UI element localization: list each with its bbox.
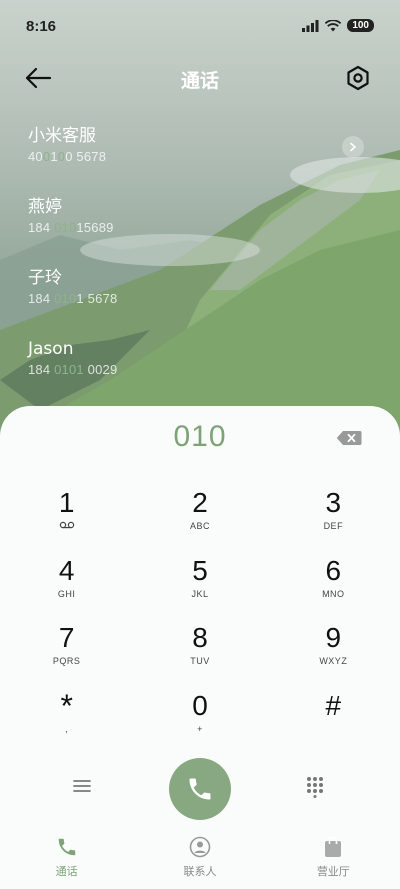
phone-icon (189, 778, 211, 800)
call-button[interactable] (169, 758, 231, 820)
backspace-icon (336, 431, 362, 445)
battery-indicator: 100 (347, 19, 374, 32)
settings-gear-icon (347, 65, 369, 91)
menu-icon (73, 780, 91, 792)
key-0[interactable]: 0 + (133, 689, 266, 757)
chevron-right-icon (350, 142, 357, 152)
contact-item[interactable]: 小米客服 400100 5678 (28, 125, 368, 196)
contact-name: 小米客服 (28, 126, 96, 146)
contact-number: 184 0101 0029 (28, 362, 118, 377)
contact-suggestions-list: 小米客服 400100 5678 燕婷 184 01015689 子玲 184 … (28, 125, 368, 409)
contact-item[interactable]: Jason 184 0101 0029 (28, 338, 368, 409)
keypad-toggle-button[interactable] (306, 776, 326, 798)
store-bag-icon (325, 836, 342, 857)
header: 通话 (0, 58, 400, 100)
nav-calls[interactable]: 通话 (0, 835, 133, 889)
key-1[interactable]: 1 (0, 486, 133, 554)
menu-button[interactable] (72, 778, 94, 798)
contact-number: 400100 5678 (28, 149, 107, 164)
key-5[interactable]: 5 JKL (133, 554, 266, 622)
contact-icon (189, 836, 211, 858)
status-bar: 8:16 100 (0, 0, 400, 56)
contact-name: Jason (28, 339, 74, 359)
contact-number: 184 01015689 (28, 220, 114, 235)
contact-name: 燕婷 (28, 197, 62, 217)
delete-button[interactable] (336, 430, 364, 448)
contact-name: 子玲 (28, 268, 62, 288)
key-hash[interactable]: # (267, 689, 400, 757)
dialer-panel: 010 1 2 ABC 3 DEF 4 GHI 5 JKL 6 MNO 7 PQ… (0, 406, 400, 889)
contact-detail-button[interactable] (342, 136, 364, 158)
keypad: 1 2 ABC 3 DEF 4 GHI 5 JKL 6 MNO 7 PQRS 8… (0, 486, 400, 756)
voicemail-icon (0, 521, 133, 531)
phone-icon (58, 838, 75, 856)
key-7[interactable]: 7 PQRS (0, 621, 133, 689)
status-time: 8:16 (26, 18, 57, 35)
key-6[interactable]: 6 MNO (267, 554, 400, 622)
contact-number: 184 0101 5678 (28, 291, 118, 306)
nav-label: 通话 (55, 865, 78, 878)
bottom-nav: 通话 联系人 营业厅 (0, 835, 400, 889)
settings-button[interactable] (344, 64, 374, 94)
key-9[interactable]: 9 WXYZ (267, 621, 400, 689)
nav-contacts[interactable]: 联系人 (133, 835, 266, 889)
dialer-actions (0, 758, 400, 822)
wifi-icon (325, 19, 342, 31)
page-title: 通话 (180, 70, 219, 92)
contact-item[interactable]: 子玲 184 0101 5678 (28, 267, 368, 338)
signal-icon (302, 19, 319, 32)
key-4[interactable]: 4 GHI (0, 554, 133, 622)
status-icons: 100 (302, 19, 374, 32)
nav-label: 营业厅 (316, 865, 350, 878)
dialpad-icon (307, 777, 323, 798)
nav-store[interactable]: 营业厅 (267, 835, 400, 889)
nav-label: 联系人 (183, 865, 217, 878)
contact-item[interactable]: 燕婷 184 01015689 (28, 196, 368, 267)
key-2[interactable]: 2 ABC (133, 486, 266, 554)
key-star[interactable]: * , (0, 689, 133, 757)
key-8[interactable]: 8 TUV (133, 621, 266, 689)
key-3[interactable]: 3 DEF (267, 486, 400, 554)
